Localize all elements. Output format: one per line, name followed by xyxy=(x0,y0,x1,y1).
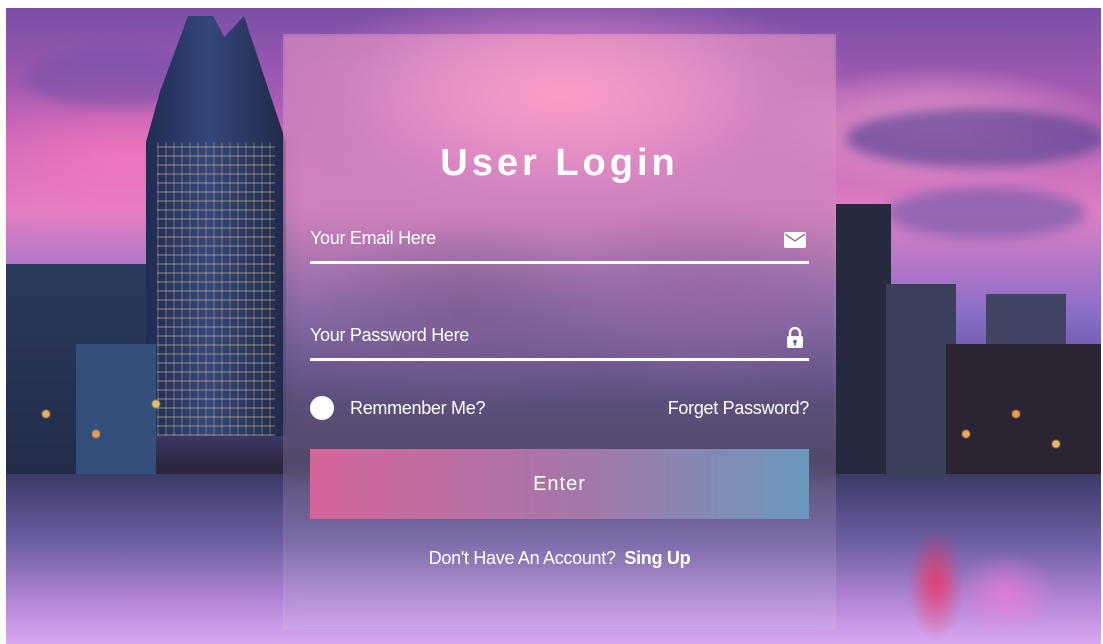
envelope-icon xyxy=(783,230,807,250)
lock-icon xyxy=(783,326,807,348)
remember-me-label: Remmenber Me? xyxy=(350,397,486,418)
email-field-container xyxy=(310,224,809,264)
signup-link[interactable]: Sing Up xyxy=(624,548,690,568)
password-input[interactable] xyxy=(310,321,809,358)
remember-me-radio[interactable] xyxy=(310,396,334,420)
forget-password-link[interactable]: Forget Password? xyxy=(668,398,810,419)
skyscraper xyxy=(146,16,286,436)
options-row: Remmenber Me? Forget Password? xyxy=(310,394,809,422)
password-field-container xyxy=(310,321,809,361)
email-input[interactable] xyxy=(310,224,809,261)
remember-me-toggle[interactable]: Remmenber Me? xyxy=(310,396,485,420)
login-panel: User Login Remmenber Me? Forget Password… xyxy=(283,34,836,630)
page-title: User Login xyxy=(440,142,679,184)
enter-button[interactable]: Enter xyxy=(310,449,809,519)
signup-prompt: Don't Have An Account? Sing Up xyxy=(283,548,836,569)
no-account-text: Don't Have An Account? xyxy=(428,548,616,568)
